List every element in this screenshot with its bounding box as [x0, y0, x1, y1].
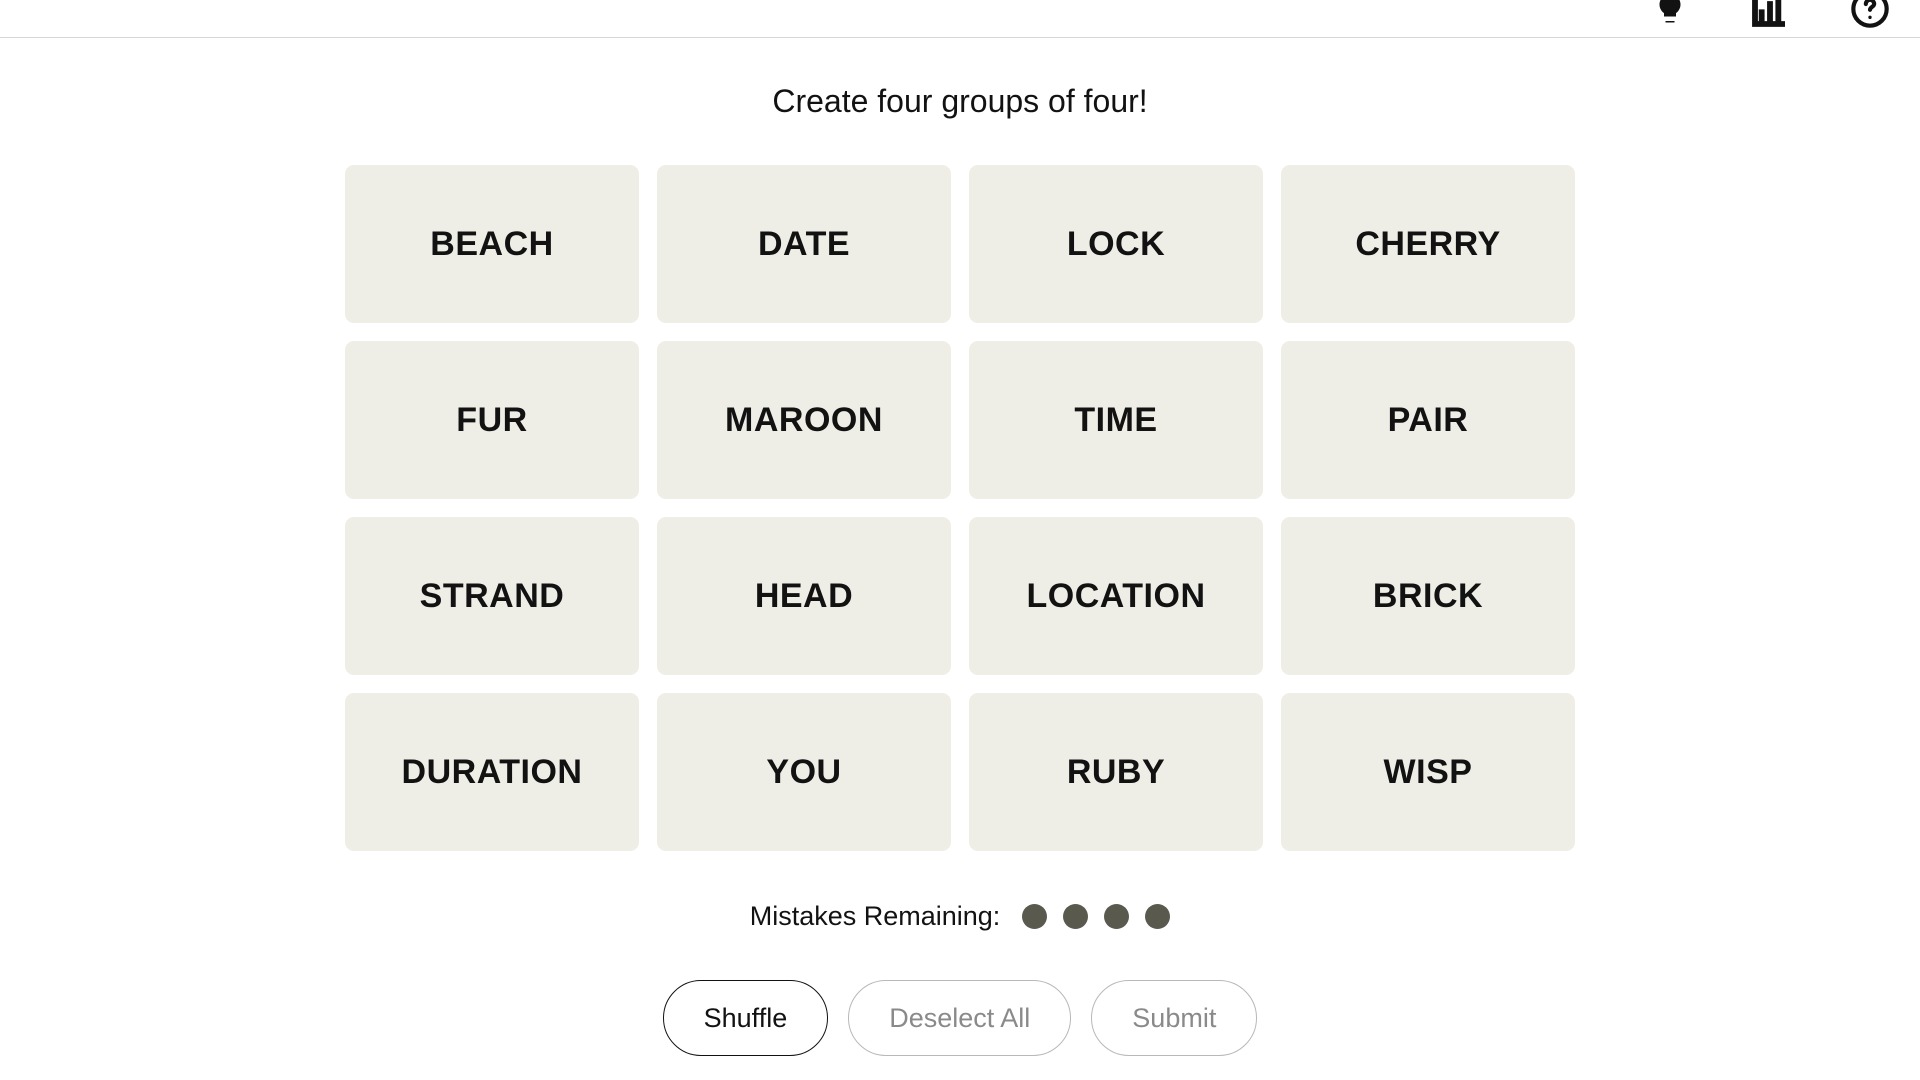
- shuffle-button[interactable]: Shuffle: [663, 980, 829, 1056]
- tile[interactable]: DATE: [657, 165, 951, 323]
- tile[interactable]: YOU: [657, 693, 951, 851]
- game-content: Create four groups of four! BEACH DATE L…: [0, 38, 1920, 1056]
- mistake-dot: [1145, 904, 1170, 929]
- mistakes-label: Mistakes Remaining:: [750, 901, 1001, 932]
- tile-grid: BEACH DATE LOCK CHERRY FUR MAROON TIME P…: [345, 165, 1575, 851]
- instruction-text: Create four groups of four!: [772, 83, 1147, 120]
- tile[interactable]: LOCK: [969, 165, 1263, 323]
- tile[interactable]: FUR: [345, 341, 639, 499]
- tile[interactable]: TIME: [969, 341, 1263, 499]
- tile[interactable]: CHERRY: [1281, 165, 1575, 323]
- tile[interactable]: STRAND: [345, 517, 639, 675]
- mistake-dot: [1022, 904, 1047, 929]
- tile[interactable]: MAROON: [657, 341, 951, 499]
- hint-lightbulb-icon[interactable]: [1650, 0, 1690, 29]
- tile[interactable]: WISP: [1281, 693, 1575, 851]
- stats-chart-icon[interactable]: [1750, 0, 1790, 29]
- tile[interactable]: LOCATION: [969, 517, 1263, 675]
- mistakes-dots: [1022, 904, 1170, 929]
- tile[interactable]: HEAD: [657, 517, 951, 675]
- tile[interactable]: PAIR: [1281, 341, 1575, 499]
- submit-button[interactable]: Submit: [1091, 980, 1257, 1056]
- mistakes-row: Mistakes Remaining:: [750, 901, 1171, 932]
- tile[interactable]: BEACH: [345, 165, 639, 323]
- top-bar: [0, 0, 1920, 38]
- help-icon[interactable]: [1850, 0, 1890, 29]
- deselect-all-button[interactable]: Deselect All: [848, 980, 1071, 1056]
- tile[interactable]: RUBY: [969, 693, 1263, 851]
- mistake-dot: [1063, 904, 1088, 929]
- tile[interactable]: DURATION: [345, 693, 639, 851]
- action-buttons: Shuffle Deselect All Submit: [663, 980, 1258, 1056]
- mistake-dot: [1104, 904, 1129, 929]
- tile[interactable]: BRICK: [1281, 517, 1575, 675]
